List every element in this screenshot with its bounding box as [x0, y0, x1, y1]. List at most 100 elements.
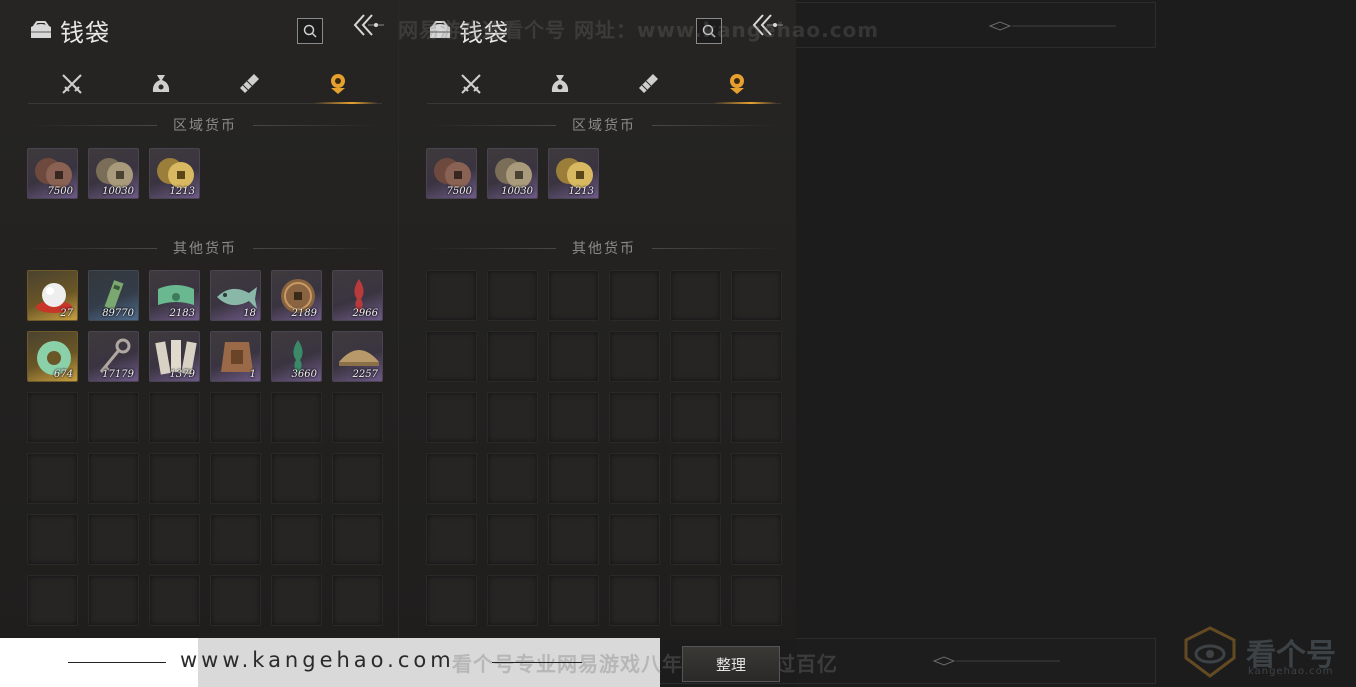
empty-slot[interactable]	[670, 270, 721, 321]
empty-slot[interactable]	[670, 575, 721, 626]
empty-slot[interactable]	[27, 453, 78, 504]
empty-slot[interactable]	[731, 575, 782, 626]
currency-slot[interactable]: 2257	[332, 331, 383, 382]
empty-slot[interactable]	[670, 514, 721, 565]
tab-pouch[interactable]	[516, 64, 605, 103]
site-logo: 看个号 kangehao.com	[1180, 622, 1350, 682]
currency-slot[interactable]: 2183	[149, 270, 200, 321]
pouch-icon	[152, 74, 169, 92]
empty-slot[interactable]	[487, 270, 538, 321]
empty-slot[interactable]	[332, 453, 383, 504]
empty-slot[interactable]	[670, 453, 721, 504]
empty-slot[interactable]	[426, 392, 477, 443]
item-quantity: 10030	[102, 186, 134, 197]
empty-slot[interactable]	[88, 392, 139, 443]
currency-slot[interactable]: 10030	[88, 148, 139, 199]
empty-slot[interactable]	[210, 575, 261, 626]
currency-slot[interactable]: 7500	[426, 148, 477, 199]
empty-slot[interactable]	[609, 575, 660, 626]
empty-slot[interactable]	[609, 392, 660, 443]
search-button[interactable]	[297, 18, 323, 44]
empty-slot[interactable]	[332, 514, 383, 565]
empty-slot[interactable]	[88, 514, 139, 565]
empty-slot[interactable]	[271, 453, 322, 504]
empty-slot[interactable]	[271, 392, 322, 443]
empty-slot[interactable]	[548, 453, 599, 504]
empty-slot[interactable]	[731, 514, 782, 565]
empty-slot[interactable]	[548, 331, 599, 382]
empty-slot[interactable]	[271, 514, 322, 565]
item-quantity: 1213	[568, 186, 594, 197]
empty-slot[interactable]	[210, 514, 261, 565]
empty-slot[interactable]	[487, 514, 538, 565]
empty-slot[interactable]	[731, 453, 782, 504]
empty-slot[interactable]	[426, 575, 477, 626]
currency-slot[interactable]: 2189	[271, 270, 322, 321]
empty-slot[interactable]	[487, 453, 538, 504]
tab-scroll[interactable]	[205, 64, 294, 103]
empty-slot[interactable]	[670, 331, 721, 382]
collapse-button[interactable]	[350, 10, 386, 40]
tab-weapons[interactable]	[28, 64, 117, 103]
empty-slot[interactable]	[149, 392, 200, 443]
pouch-icon	[551, 74, 568, 92]
empty-slot[interactable]	[487, 392, 538, 443]
empty-slot[interactable]	[332, 575, 383, 626]
category-tabs	[28, 64, 382, 104]
wallet-panel-left: 钱袋 区域货币 7500 10030 1213 其他货币 27 89770 2183 18…	[0, 0, 398, 640]
empty-slot[interactable]	[548, 514, 599, 565]
empty-slot[interactable]	[210, 453, 261, 504]
empty-slot[interactable]	[426, 270, 477, 321]
currency-slot[interactable]: 10030	[487, 148, 538, 199]
currency-slot[interactable]: 1	[210, 331, 261, 382]
empty-slot[interactable]	[27, 575, 78, 626]
url-text: www.kangehao.com	[180, 648, 455, 672]
tab-currency[interactable]	[693, 64, 782, 104]
currency-slot[interactable]: 1213	[548, 148, 599, 199]
empty-slot[interactable]	[609, 453, 660, 504]
empty-slot[interactable]	[670, 392, 721, 443]
currency-slot[interactable]: 17179	[88, 331, 139, 382]
tab-currency[interactable]	[294, 64, 383, 104]
empty-slot[interactable]	[149, 453, 200, 504]
empty-slot[interactable]	[487, 331, 538, 382]
empty-slot[interactable]	[88, 575, 139, 626]
empty-slot[interactable]	[332, 392, 383, 443]
empty-slot[interactable]	[487, 575, 538, 626]
empty-slot[interactable]	[149, 514, 200, 565]
currency-slot[interactable]: 3660	[271, 331, 322, 382]
empty-slot[interactable]	[271, 575, 322, 626]
item-quantity: 89770	[102, 308, 134, 319]
empty-slot[interactable]	[731, 270, 782, 321]
currency-slot[interactable]: 18	[210, 270, 261, 321]
empty-slot[interactable]	[426, 453, 477, 504]
currency-slot[interactable]: 89770	[88, 270, 139, 321]
empty-slot[interactable]	[609, 514, 660, 565]
currency-slot[interactable]: 2966	[332, 270, 383, 321]
currency-slot[interactable]: 674	[27, 331, 78, 382]
currency-slot[interactable]: 27	[27, 270, 78, 321]
tab-scroll[interactable]	[604, 64, 693, 103]
empty-slot[interactable]	[609, 270, 660, 321]
empty-slot[interactable]	[731, 392, 782, 443]
empty-slot[interactable]	[27, 392, 78, 443]
coin-tab-icon	[330, 73, 345, 94]
empty-slot[interactable]	[27, 514, 78, 565]
currency-slot[interactable]: 1379	[149, 331, 200, 382]
regional-currency-title: 区域货币	[572, 118, 636, 134]
empty-slot[interactable]	[548, 392, 599, 443]
empty-slot[interactable]	[210, 392, 261, 443]
currency-slot[interactable]: 1213	[149, 148, 200, 199]
tab-pouch[interactable]	[117, 64, 206, 103]
sort-button[interactable]: 整理	[682, 646, 780, 682]
empty-slot[interactable]	[88, 453, 139, 504]
empty-slot[interactable]	[731, 331, 782, 382]
empty-slot[interactable]	[426, 514, 477, 565]
tab-weapons[interactable]	[427, 64, 516, 103]
empty-slot[interactable]	[548, 270, 599, 321]
currency-slot[interactable]: 7500	[27, 148, 78, 199]
empty-slot[interactable]	[426, 331, 477, 382]
empty-slot[interactable]	[149, 575, 200, 626]
empty-slot[interactable]	[548, 575, 599, 626]
empty-slot[interactable]	[609, 331, 660, 382]
